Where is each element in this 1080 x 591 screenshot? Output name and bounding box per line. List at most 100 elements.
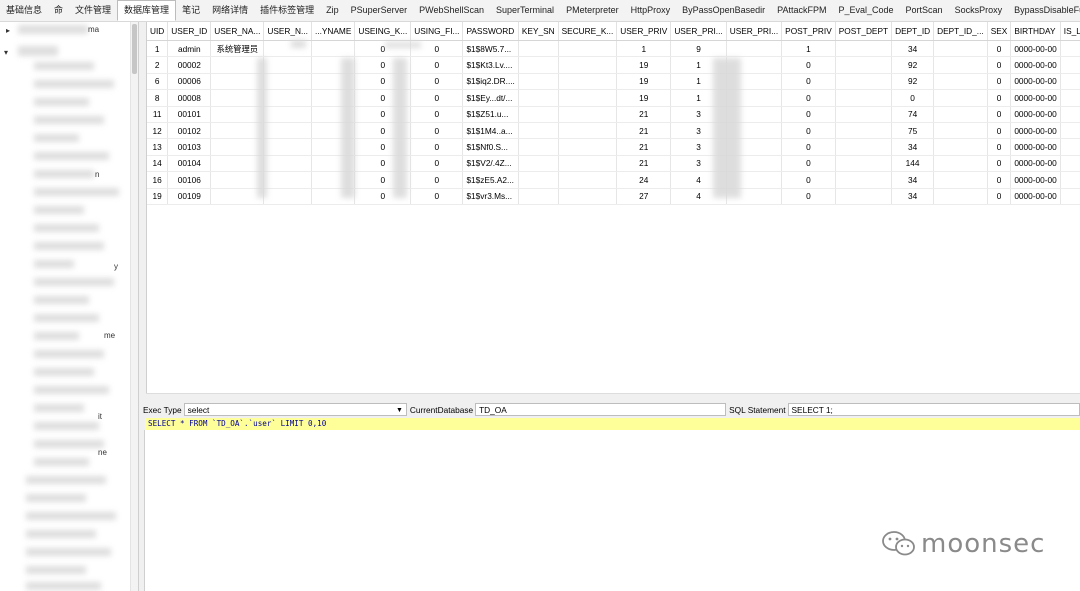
query-result-grid[interactable]: UID USER_ID USER_NA... USER_N... ...YNAME USE…: [146, 22, 1080, 394]
table-cell[interactable]: [558, 106, 618, 123]
table-cell[interactable]: 0: [410, 106, 464, 123]
table-cell[interactable]: 14: [147, 155, 169, 173]
table-cell[interactable]: 0: [1060, 40, 1080, 58]
table-cell[interactable]: [726, 40, 783, 58]
table-cell[interactable]: 0: [987, 106, 1012, 123]
table-cell[interactable]: 19: [616, 56, 672, 74]
column-header[interactable]: ...YNAME: [311, 22, 356, 41]
table-cell[interactable]: 0: [781, 188, 836, 205]
tree-item-label[interactable]: ma: [88, 23, 99, 37]
table-cell[interactable]: $1$Z51.u...: [462, 106, 519, 123]
table-cell[interactable]: 00008: [167, 89, 212, 107]
table-cell[interactable]: $1$zE5.A2...: [462, 171, 519, 189]
table-cell[interactable]: $1$8W5.7...: [462, 40, 519, 58]
table-cell[interactable]: [835, 89, 893, 107]
table-cell[interactable]: $1$Nf0.S...: [462, 138, 519, 156]
table-cell[interactable]: [518, 40, 559, 58]
table-cell[interactable]: 0: [1060, 122, 1080, 140]
table-cell[interactable]: 0: [1060, 56, 1080, 74]
tab-5[interactable]: 网络详情: [206, 0, 254, 21]
column-header[interactable]: DEPT_ID_...: [933, 22, 988, 41]
table-cell[interactable]: 0: [987, 122, 1012, 140]
tab-14[interactable]: PAttackFPM: [771, 0, 832, 21]
table-cell[interactable]: 11: [147, 106, 169, 123]
table-cell[interactable]: [518, 122, 559, 140]
table-cell[interactable]: 34: [891, 40, 935, 58]
table-cell[interactable]: 0: [1060, 138, 1080, 156]
table-cell[interactable]: 92: [891, 56, 935, 74]
table-cell[interactable]: 0: [781, 73, 836, 91]
table-row[interactable]: 140010400$1$V2/.4Z...213014400000-00-000: [147, 155, 1080, 173]
table-cell[interactable]: 0: [1060, 89, 1080, 107]
exec-type-select[interactable]: select ▼: [183, 403, 407, 416]
table-cell[interactable]: 21: [616, 155, 672, 173]
table-cell[interactable]: 0: [410, 73, 464, 91]
column-header[interactable]: POST_PRIV: [781, 22, 836, 41]
table-cell[interactable]: 00104: [167, 155, 212, 173]
column-header[interactable]: USEING_K...: [354, 22, 412, 41]
table-cell[interactable]: 0000-00-00: [1010, 89, 1061, 107]
table-cell[interactable]: [835, 73, 893, 91]
table-cell[interactable]: 0: [410, 56, 464, 74]
table-cell[interactable]: [518, 188, 559, 205]
table-cell[interactable]: 13: [147, 138, 169, 156]
table-cell[interactable]: [263, 89, 312, 107]
table-cell[interactable]: 8: [147, 89, 169, 107]
table-cell[interactable]: 9: [670, 40, 727, 58]
table-cell[interactable]: 0000-00-00: [1010, 155, 1061, 173]
table-cell[interactable]: 0000-00-00: [1010, 56, 1061, 74]
table-cell[interactable]: 1: [147, 40, 169, 58]
table-cell[interactable]: [835, 155, 893, 173]
table-row[interactable]: 120010200$1$1M4..a...21307500000-00-000: [147, 122, 1080, 140]
table-cell[interactable]: 0: [1060, 188, 1080, 205]
table-cell[interactable]: [558, 155, 618, 173]
tab-6[interactable]: 插件标签管理: [254, 0, 320, 21]
table-cell[interactable]: $1$Kt3.Lv....: [462, 56, 519, 74]
table-cell[interactable]: [558, 40, 618, 58]
table-cell[interactable]: 0: [781, 56, 836, 74]
sql-editor[interactable]: SELECT * FROM `TD_OA`.`user` LIMIT 0,10: [145, 418, 1080, 430]
column-header[interactable]: DEPT_ID: [891, 22, 935, 41]
table-cell[interactable]: 0: [781, 155, 836, 173]
table-cell[interactable]: [210, 56, 265, 74]
table-cell[interactable]: [518, 155, 559, 173]
table-cell[interactable]: [933, 155, 988, 173]
table-cell[interactable]: [263, 106, 312, 123]
tab-17[interactable]: SocksProxy: [949, 0, 1009, 21]
table-cell[interactable]: [518, 56, 559, 74]
table-cell[interactable]: 12: [147, 122, 169, 140]
table-cell[interactable]: admin: [167, 40, 212, 58]
table-cell[interactable]: 0: [987, 89, 1012, 107]
table-cell[interactable]: 75: [891, 122, 935, 140]
tab-2[interactable]: 文件管理: [69, 0, 117, 21]
table-cell[interactable]: 0: [987, 155, 1012, 173]
table-cell[interactable]: 0: [1060, 106, 1080, 123]
table-cell[interactable]: 24: [616, 171, 672, 189]
tree-item-label[interactable]: y: [114, 260, 118, 274]
tab-7[interactable]: Zip: [320, 0, 345, 21]
table-cell[interactable]: [210, 188, 265, 205]
table-cell[interactable]: [835, 106, 893, 123]
tab-4[interactable]: 笔记: [176, 0, 206, 21]
table-cell[interactable]: [210, 138, 265, 156]
column-header[interactable]: USER_N...: [263, 22, 312, 41]
table-cell[interactable]: [933, 122, 988, 140]
table-cell[interactable]: 74: [891, 106, 935, 123]
table-cell[interactable]: [933, 106, 988, 123]
tab-12[interactable]: HttpProxy: [625, 0, 677, 21]
table-cell[interactable]: 6: [147, 73, 169, 91]
table-cell[interactable]: 0: [781, 122, 836, 140]
table-cell[interactable]: 0: [987, 56, 1012, 74]
table-cell[interactable]: 0000-00-00: [1010, 138, 1061, 156]
sidebar-scrollbar[interactable]: [130, 22, 138, 591]
table-cell[interactable]: [263, 73, 312, 91]
table-cell[interactable]: 0: [987, 40, 1012, 58]
table-cell[interactable]: [263, 155, 312, 173]
table-cell[interactable]: [933, 56, 988, 74]
table-row[interactable]: 190010900$1$vr3.Ms...27403400000-00-000: [147, 188, 1080, 205]
table-cell[interactable]: 0000-00-00: [1010, 106, 1061, 123]
column-header[interactable]: USER_ID: [167, 22, 212, 41]
table-row[interactable]: 60000600$1$iq2.DR....19109200000-00-000: [147, 73, 1080, 91]
table-cell[interactable]: 0: [410, 138, 464, 156]
tree-item-label[interactable]: me: [104, 329, 115, 343]
